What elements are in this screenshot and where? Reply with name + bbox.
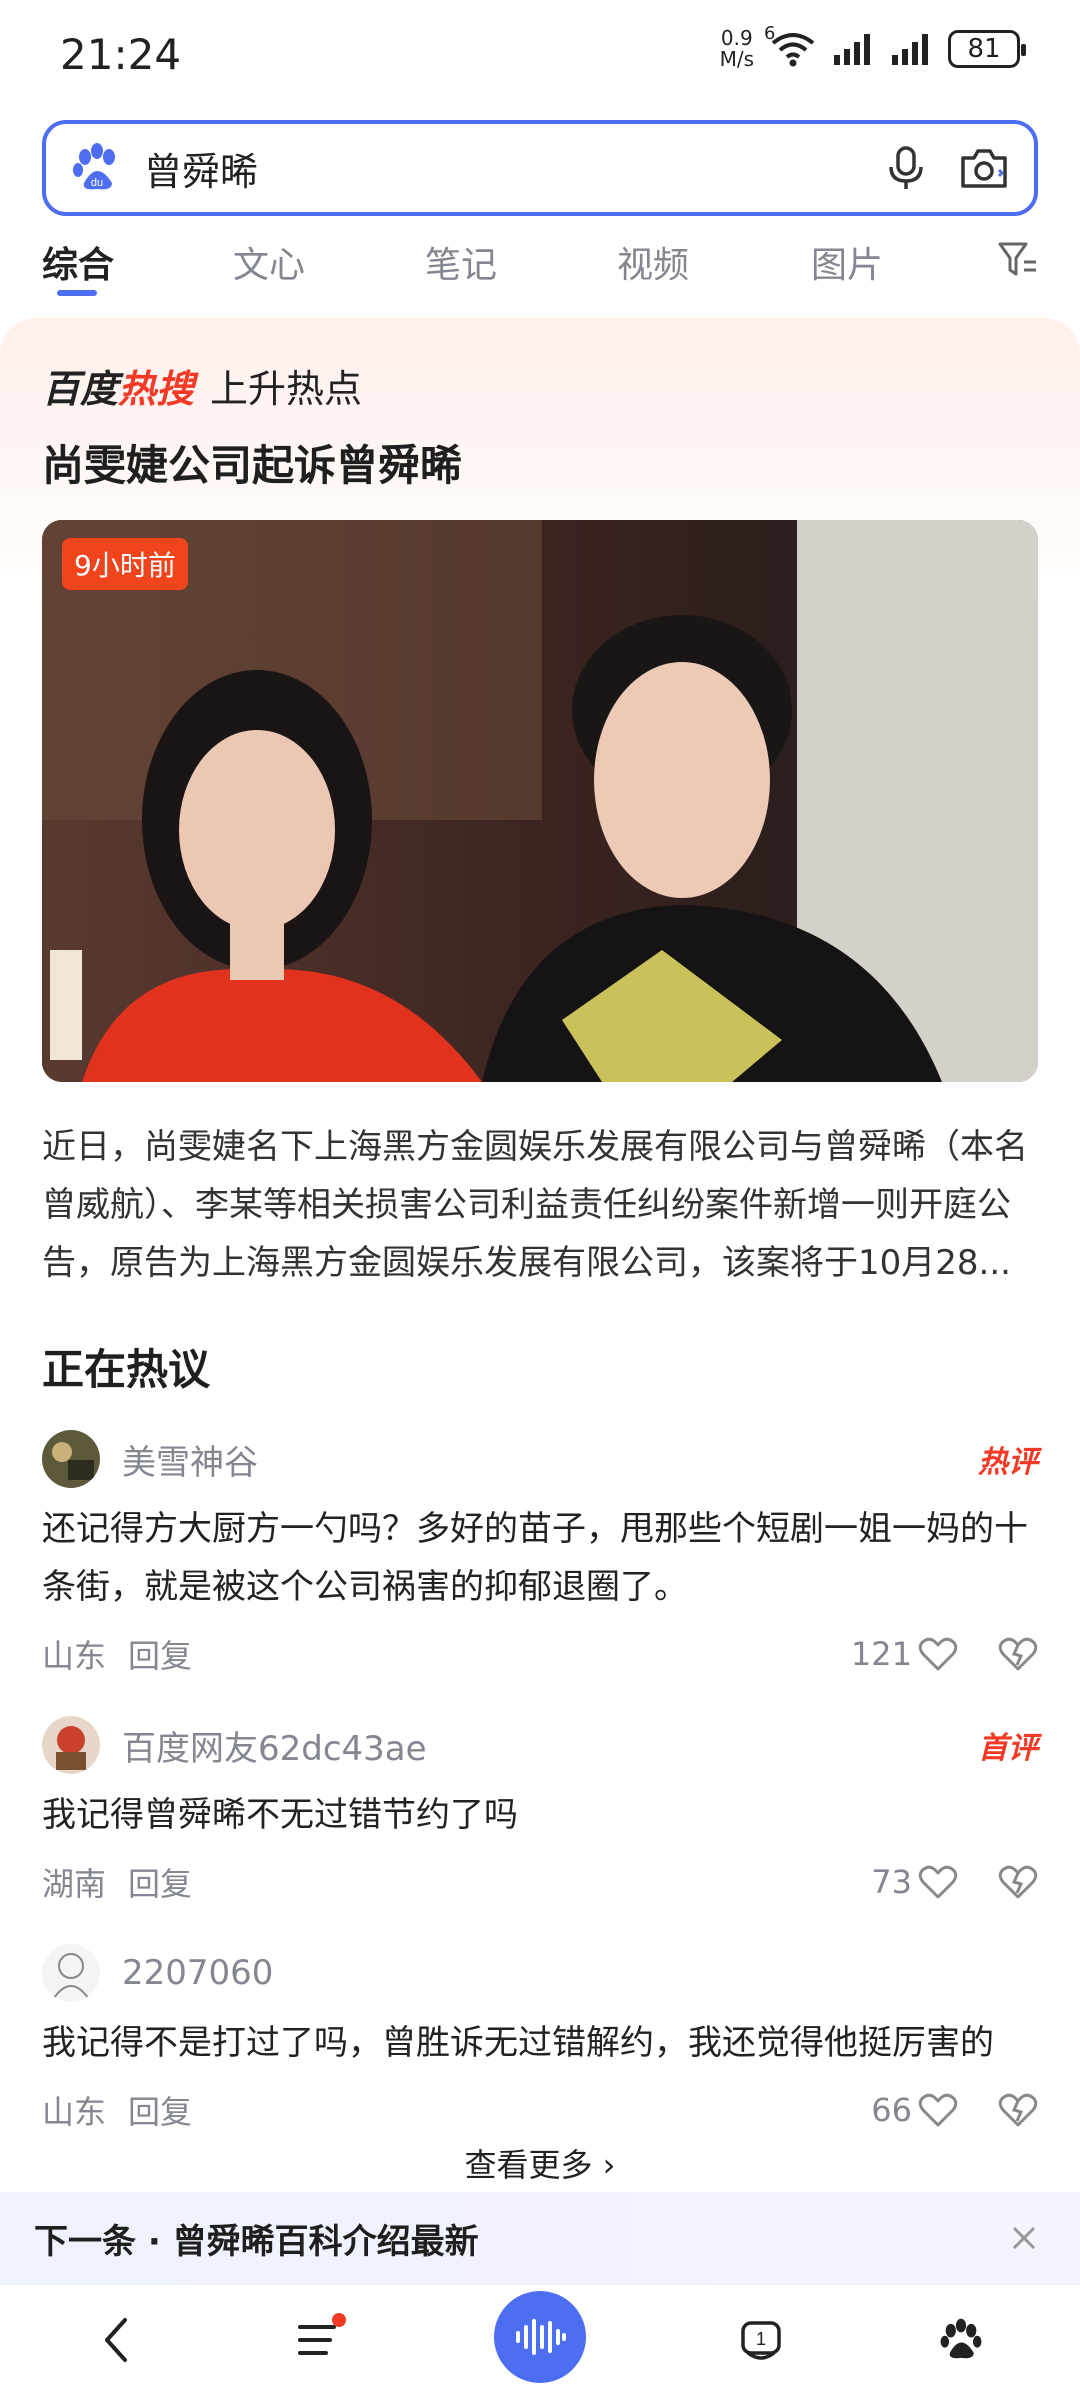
baidu-hot-search-logo: 百度热搜 <box>42 367 195 411</box>
status-time: 21:24 <box>60 30 182 79</box>
reply-button[interactable]: 回复 <box>128 1631 851 1677</box>
comment-username[interactable]: 美雪神谷 <box>122 1435 978 1484</box>
microphone-icon <box>889 146 923 189</box>
filter-button[interactable] <box>996 238 1040 282</box>
next-item-text[interactable]: 下一条 · 曾舜晞百科介绍最新 <box>34 2214 1004 2263</box>
like-count: 121 <box>850 1635 912 1673</box>
avatar[interactable] <box>42 1430 100 1488</box>
back-button[interactable] <box>82 2305 152 2375</box>
svg-text:du: du <box>91 177 103 189</box>
tabs-button[interactable]: 1 <box>726 2305 796 2375</box>
comment-text: 我记得不是打过了吗，曾胜诉无过错解约，我还觉得他挺厉害的 <box>42 2023 994 2063</box>
news-photo-illustration <box>42 520 1038 1082</box>
notification-dot <box>332 2313 346 2327</box>
hot-label: 上升热点 <box>210 367 363 411</box>
baidu-paw-icon: du <box>73 143 115 190</box>
reply-button[interactable]: 回复 <box>128 2087 871 2133</box>
search-tabs: 综合 文心 笔记 视频 图片 <box>0 228 1080 298</box>
status-icons: 0.9 M/s 6 81 <box>719 23 1026 71</box>
camera-icon <box>961 149 1007 188</box>
comment-text: 还记得方大厨方一勺吗？多好的苗子，甩那些个短剧一姐一妈的十条街，就是被这个公司祸… <box>42 1509 1028 1607</box>
heart-icon <box>918 1865 958 1899</box>
comment-location: 湖南 <box>42 1865 107 1903</box>
battery-icon: 81 <box>948 30 1026 68</box>
comment-location: 山东 <box>42 1637 107 1675</box>
voice-search-button[interactable] <box>878 140 934 196</box>
like-button[interactable]: 66 <box>871 2091 958 2129</box>
voice-assistant-button[interactable] <box>494 2291 586 2383</box>
tab-wenxin[interactable]: 文心 <box>233 236 305 288</box>
menu-button[interactable] <box>284 2305 354 2375</box>
tab-all[interactable]: 综合 <box>42 236 114 288</box>
search-box[interactable]: du 曾舜晞 <box>42 120 1038 216</box>
comment-location: 山东 <box>42 2093 107 2131</box>
svg-text:1: 1 <box>756 2329 766 2349</box>
dislike-heart-icon[interactable] <box>998 1634 1038 1674</box>
comment-item: 2207060 我记得不是打过了吗，曾胜诉无过错解约，我还觉得他挺厉害的 山东 … <box>42 1944 1038 2138</box>
profile-button[interactable] <box>926 2305 996 2375</box>
like-button[interactable]: 121 <box>851 1635 958 1673</box>
search-input[interactable]: 曾舜晞 <box>144 141 878 196</box>
news-headline[interactable]: 尚雯婕公司起诉曾舜晞 <box>42 432 462 493</box>
dislike-heart-icon[interactable] <box>998 1862 1038 1902</box>
discussion-title: 正在热议 <box>42 1345 211 1394</box>
baidu-paw-icon <box>940 2318 982 2359</box>
like-button[interactable]: 73 <box>871 1863 958 1901</box>
first-comment-badge: 首评 <box>978 1731 1038 1766</box>
view-more-link[interactable]: 查看更多 › <box>0 2140 1080 2186</box>
close-button[interactable] <box>1004 2218 1044 2258</box>
dislike-heart-icon[interactable] <box>998 2090 1038 2130</box>
heart-icon <box>918 1637 958 1671</box>
network-speed: 0.9 M/s <box>719 26 754 71</box>
reply-button[interactable]: 回复 <box>128 1859 871 1905</box>
wifi-icon: 6 <box>764 23 818 69</box>
back-arrow-icon <box>105 2318 127 2362</box>
like-count: 66 <box>871 2091 912 2129</box>
status-bar: 21:24 0.9 M/s 6 81 <box>0 0 1080 110</box>
news-summary[interactable]: 近日，尚雯婕名下上海黑方金圆娱乐发展有限公司与曾舜晞（本名曾威航）、李某等相关损… <box>42 1118 1038 1292</box>
close-icon <box>1012 2226 1036 2250</box>
bottom-nav: 1 <box>0 2284 1080 2387</box>
filter-icon <box>998 242 1036 276</box>
active-tab-indicator <box>57 290 97 296</box>
news-photo[interactable]: 9小时前 <box>42 520 1038 1082</box>
avatar[interactable] <box>42 1716 100 1774</box>
tab-images[interactable]: 图片 <box>811 236 883 288</box>
sound-wave-icon <box>516 2319 566 2355</box>
tab-notes[interactable]: 笔记 <box>425 236 497 288</box>
hot-comment-badge: 热评 <box>978 1445 1038 1480</box>
next-item-bar[interactable]: 下一条 · 曾舜晞百科介绍最新 <box>0 2192 1080 2284</box>
tab-video[interactable]: 视频 <box>617 236 689 288</box>
signal-icon <box>834 34 870 65</box>
comment-item: 美雪神谷 热评 还记得方大厨方一勺吗？多好的苗子，甩那些个短剧一姐一妈的十条街，… <box>42 1430 1038 1682</box>
tabs-icon: 1 <box>741 2321 781 2360</box>
heart-icon <box>918 2093 958 2127</box>
avatar[interactable] <box>42 1944 100 2002</box>
time-badge: 9小时前 <box>62 538 188 590</box>
signal-icon-2 <box>892 34 928 65</box>
like-count: 73 <box>871 1863 912 1901</box>
comment-username[interactable]: 2207060 <box>122 1953 1038 1993</box>
comment-item: 百度网友62dc43ae 首评 我记得曾舜晞不无过错节约了吗 湖南 回复 73 <box>42 1716 1038 1910</box>
comment-username[interactable]: 百度网友62dc43ae <box>122 1721 978 1770</box>
image-search-button[interactable] <box>956 140 1012 196</box>
comment-text: 我记得曾舜晞不无过错节约了吗 <box>42 1795 518 1835</box>
